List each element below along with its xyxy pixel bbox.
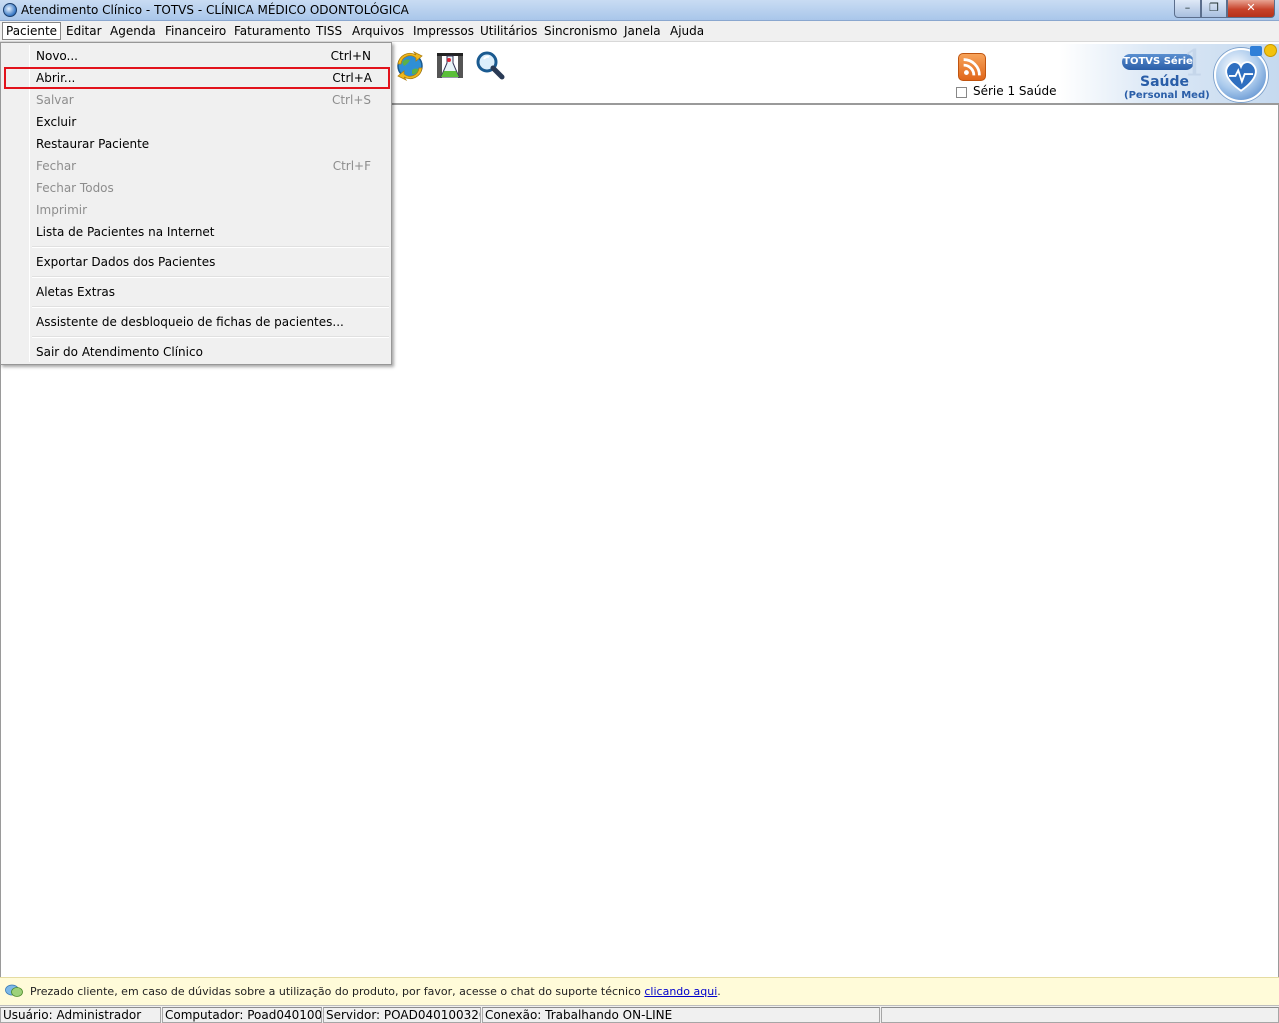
menu-item-label: Assistente de desbloqueio de fichas de p… xyxy=(36,315,344,329)
menu-separator xyxy=(32,306,389,308)
status-computer: Computador: Poad040100320 xyxy=(162,1007,322,1023)
menu-arquivos[interactable]: Arquivos xyxy=(352,24,404,38)
menu-item-shortcut: Ctrl+A xyxy=(332,71,372,85)
status-server: Servidor: POAD040100320\SQ xyxy=(323,1007,481,1023)
rss-icon[interactable] xyxy=(958,53,986,81)
menu-item-label: Sair do Atendimento Clínico xyxy=(36,345,203,359)
menu-item-exportar-dados[interactable]: Exportar Dados dos Pacientes xyxy=(3,251,389,273)
minimize-button[interactable]: – xyxy=(1174,0,1201,18)
menu-item-shortcut: Ctrl+N xyxy=(330,49,371,63)
menu-item-fechar: Fechar Ctrl+F xyxy=(3,155,389,177)
menu-item-label: Lista de Pacientes na Internet xyxy=(36,225,215,239)
support-chat-link[interactable]: clicando aqui xyxy=(644,985,717,998)
menu-item-label: Imprimir xyxy=(36,203,88,217)
menu-bar: Paciente Editar Agenda Financeiro Fatura… xyxy=(0,21,1279,42)
menu-item-shortcut: Ctrl+F xyxy=(332,159,371,173)
status-extra xyxy=(881,1007,1279,1023)
app-icon[interactable] xyxy=(3,3,17,17)
menu-item-label: Salvar xyxy=(36,93,74,107)
menu-item-restaurar-paciente[interactable]: Restaurar Paciente xyxy=(3,133,389,155)
menu-separator xyxy=(32,336,389,338)
menu-item-fechar-todos: Fechar Todos xyxy=(3,177,389,199)
menu-janela[interactable]: Janela xyxy=(624,24,661,38)
news-checkbox[interactable] xyxy=(956,87,967,98)
menu-ajuda[interactable]: Ajuda xyxy=(670,24,704,38)
title-bar: Atendimento Clínico - TOTVS - CLÍNICA MÉ… xyxy=(0,0,1279,21)
menu-impressos[interactable]: Impressos xyxy=(413,24,474,38)
menu-item-sair[interactable]: Sair do Atendimento Clínico xyxy=(3,341,389,363)
menu-item-lista-pacientes-internet[interactable]: Lista de Pacientes na Internet xyxy=(3,221,389,243)
menu-utilitarios[interactable]: Utilitários xyxy=(480,24,537,38)
status-user: Usuário: Administrador xyxy=(0,1007,161,1023)
menu-item-label: Aletas Extras xyxy=(36,285,115,299)
menu-item-aletas-extras[interactable]: Aletas Extras xyxy=(3,281,389,303)
window-title: Atendimento Clínico - TOTVS - CLÍNICA MÉ… xyxy=(21,3,409,17)
brand-logo: TOTVS Série 1 Saúde (Personal Med) xyxy=(1060,44,1279,103)
menu-sincronismo[interactable]: Sincronismo xyxy=(544,24,617,38)
sync-globe-icon[interactable] xyxy=(394,50,426,82)
menu-item-label: Exportar Dados dos Pacientes xyxy=(36,255,216,269)
search-magnifier-icon[interactable] xyxy=(474,50,506,82)
menu-item-label: Abrir... xyxy=(36,71,76,85)
menu-paciente[interactable]: Paciente xyxy=(2,22,62,40)
support-message: Prezado cliente, em caso de dúvidas sobr… xyxy=(30,985,721,998)
menu-item-label: Fechar Todos xyxy=(36,181,114,195)
status-bar: Usuário: Administrador Computador: Poad0… xyxy=(0,1005,1279,1023)
close-button[interactable]: ✕ xyxy=(1227,0,1275,18)
menu-item-salvar: Salvar Ctrl+S xyxy=(3,89,389,111)
menu-separator xyxy=(32,276,389,278)
support-info-bar: Prezado cliente, em caso de dúvidas sobr… xyxy=(0,977,1279,1005)
menu-item-novo[interactable]: Novo... Ctrl+N xyxy=(3,45,389,67)
lab-flask-icon[interactable] xyxy=(434,50,466,82)
status-connection: Conexão: Trabalhando ON-LINE xyxy=(482,1007,880,1023)
menu-item-abrir[interactable]: Abrir... Ctrl+A xyxy=(4,67,390,89)
menu-item-assistente-desbloqueio[interactable]: Assistente de desbloqueio de fichas de p… xyxy=(3,311,389,333)
support-message-suffix: . xyxy=(717,985,721,998)
menu-editar[interactable]: Editar xyxy=(66,24,102,38)
menu-item-label: Restaurar Paciente xyxy=(36,137,150,151)
heart-logo-icon xyxy=(1214,48,1268,102)
chat-icon[interactable] xyxy=(1250,46,1262,56)
support-message-text: Prezado cliente, em caso de dúvidas sobr… xyxy=(30,985,645,998)
brand-product: Saúde xyxy=(1140,74,1190,90)
menu-separator xyxy=(32,246,389,248)
menu-item-label: Novo... xyxy=(36,49,78,63)
menu-item-label: Fechar xyxy=(36,159,77,173)
menu-item-imprimir: Imprimir xyxy=(3,199,389,221)
smile-icon[interactable] xyxy=(1264,44,1277,57)
maximize-button[interactable]: ❐ xyxy=(1201,0,1227,18)
menu-financeiro[interactable]: Financeiro xyxy=(165,24,226,38)
menu-agenda[interactable]: Agenda xyxy=(110,24,156,38)
menu-item-excluir[interactable]: Excluir xyxy=(3,111,389,133)
menu-tiss[interactable]: TISS xyxy=(316,24,342,38)
support-chat-icon xyxy=(5,984,23,997)
menu-item-label: Excluir xyxy=(36,115,77,129)
brand-edition: (Personal Med) xyxy=(1124,90,1210,101)
paciente-dropdown-menu: Novo... Ctrl+N Abrir... Ctrl+A Salvar Ct… xyxy=(0,42,392,365)
menu-item-shortcut: Ctrl+S xyxy=(331,93,371,107)
menu-faturamento[interactable]: Faturamento xyxy=(234,24,310,38)
